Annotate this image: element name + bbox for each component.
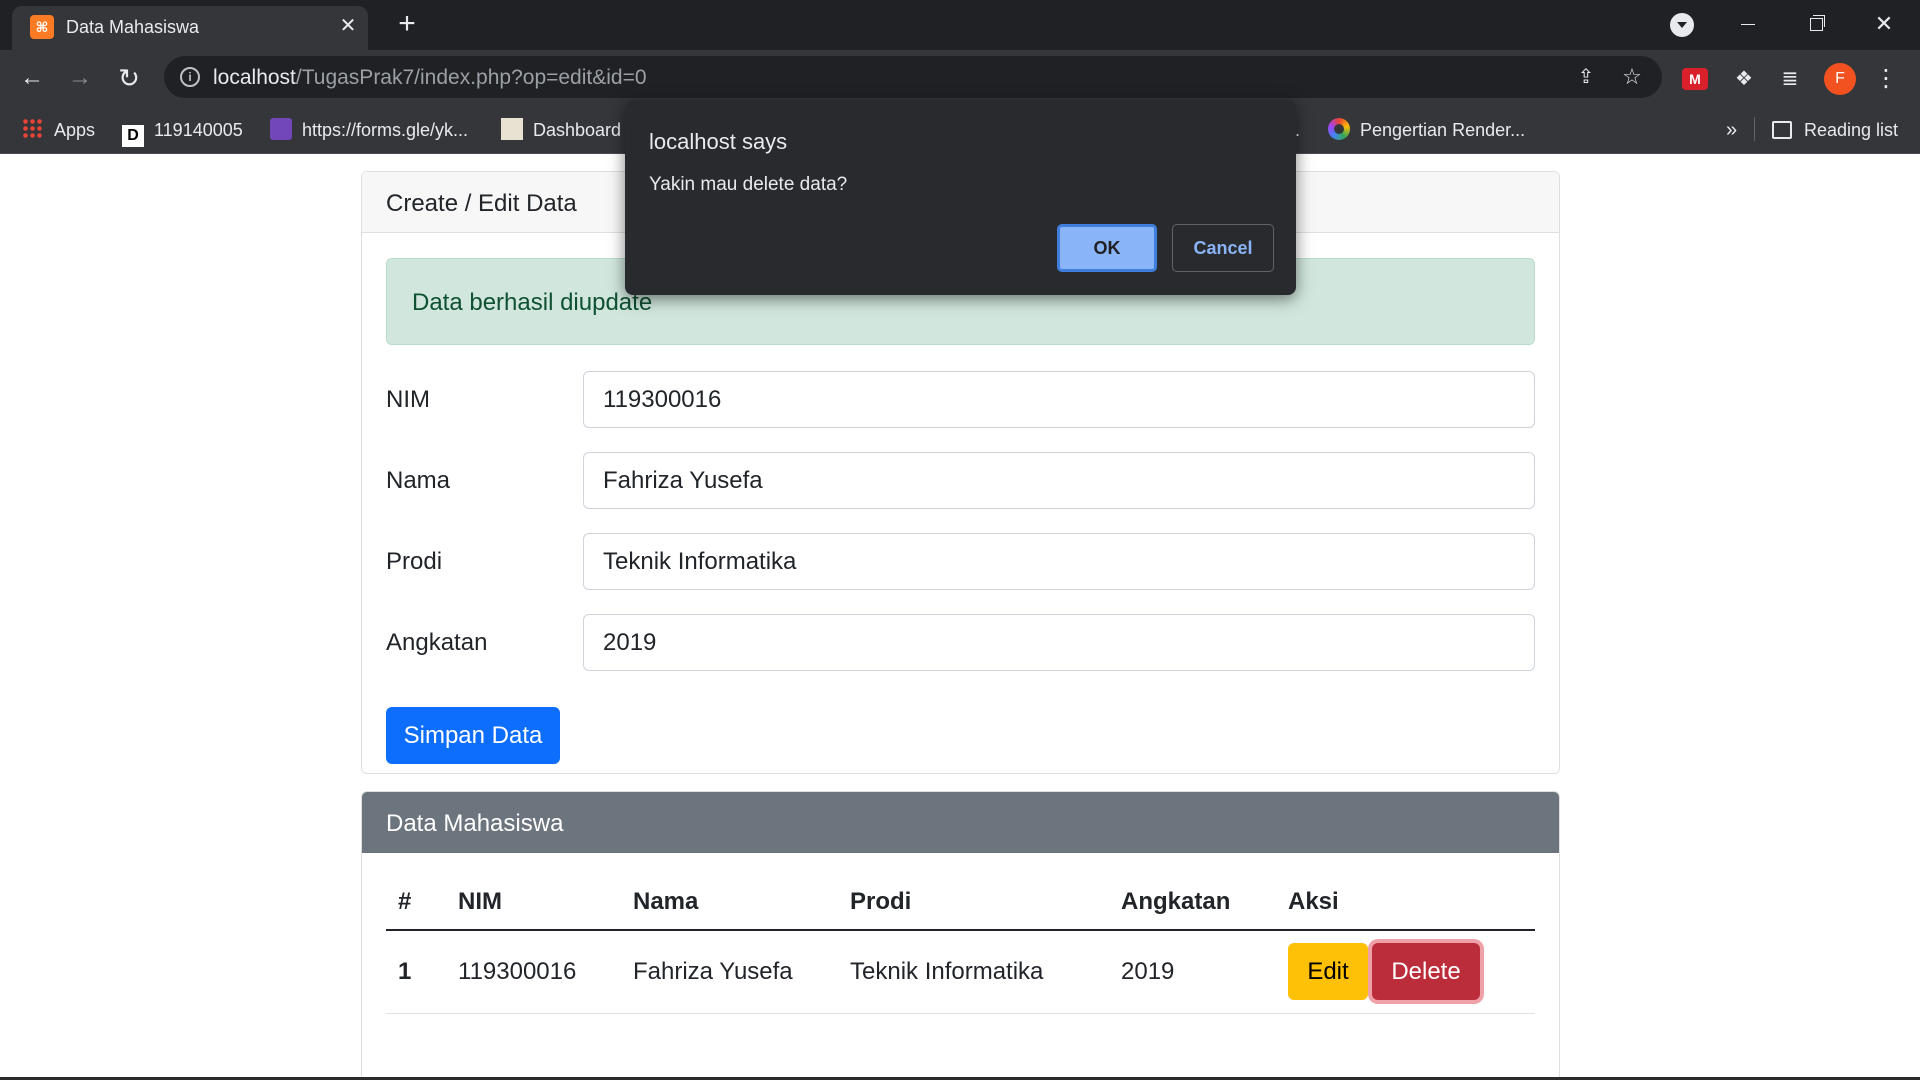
bookmark-label: https://forms.gle/yk... — [302, 120, 469, 140]
tab-search-icon[interactable] — [1670, 13, 1694, 37]
forward-button[interactable]: → — [64, 62, 96, 94]
mendeley-extension-icon[interactable]: M — [1682, 68, 1708, 90]
cell-prodi: Teknik Informatika — [838, 930, 1109, 1014]
prodi-label: Prodi — [386, 548, 443, 575]
delete-button[interactable]: Delete — [1372, 943, 1480, 1001]
new-tab-button[interactable]: + — [390, 8, 424, 42]
form-row-nama: Nama — [386, 452, 1535, 509]
bookmark-label: Pengertian Render... — [1360, 120, 1526, 140]
reading-list-label: Reading list — [1804, 120, 1899, 140]
reload-button[interactable]: ↻ — [113, 62, 145, 94]
address-bar[interactable]: i localhost/TugasPrak7/index.php?op=edit… — [164, 56, 1662, 98]
bookmarks-overflow-button[interactable]: » — [1726, 117, 1737, 143]
tab-strip: ⌘ Data Mahasiswa ✕ + ✕ — [0, 0, 1920, 50]
table-header-row: # NIM Nama Prodi Angkatan Aksi — [386, 874, 1535, 931]
cell-no: 1 — [386, 930, 446, 1014]
table-row: 1 119300016 Fahriza Yusefa Teknik Inform… — [386, 930, 1535, 1014]
angkatan-input[interactable] — [583, 614, 1535, 671]
bookmark-119140005[interactable]: D 119140005 — [122, 117, 243, 147]
column-header-nim: NIM — [446, 874, 621, 931]
column-header-no: # — [386, 874, 446, 931]
confirm-dialog: localhost says Yakin mau delete data? OK… — [625, 100, 1296, 295]
nama-input[interactable] — [583, 452, 1535, 509]
render-icon — [1328, 118, 1350, 140]
bookmark-apps[interactable]: Apps — [22, 117, 95, 143]
simpan-data-button[interactable]: Simpan Data — [386, 707, 560, 764]
nim-label: NIM — [386, 386, 430, 413]
column-header-angkatan: Angkatan — [1109, 874, 1276, 931]
dialog-message: Yakin mau delete data? — [649, 174, 848, 195]
back-button[interactable]: ← — [16, 62, 48, 94]
browser-toolbar: ← → ↻ i localhost/TugasPrak7/index.php?o… — [0, 50, 1920, 105]
dialog-title: localhost says — [649, 129, 788, 154]
form-row-angkatan: Angkatan — [386, 614, 1535, 671]
form-row-prodi: Prodi — [386, 533, 1535, 590]
bookmark-forms[interactable]: https://forms.gle/yk... — [270, 117, 468, 143]
extensions-puzzle-icon[interactable]: ❖ — [1730, 65, 1758, 93]
bookmark-label: 119140005 — [154, 120, 243, 140]
minimize-button[interactable] — [1718, 6, 1778, 42]
nim-input[interactable] — [583, 371, 1535, 428]
url-path: /TugasPrak7/index.php?op=edit&id=0 — [295, 66, 647, 89]
column-header-nama: Nama — [621, 874, 838, 931]
url-host: localhost — [213, 66, 296, 89]
dj-icon: D — [122, 125, 144, 147]
dashboard-icon — [501, 118, 523, 140]
column-header-aksi: Aksi — [1276, 874, 1535, 931]
nama-label: Nama — [386, 467, 451, 494]
restore-button[interactable] — [1786, 6, 1846, 42]
cell-nim: 119300016 — [446, 930, 621, 1014]
cell-angkatan: 2019 — [1109, 930, 1276, 1014]
apps-grid-icon — [22, 118, 44, 140]
edit-button[interactable]: Edit — [1288, 943, 1368, 1001]
media-control-icon[interactable]: ≣ — [1776, 65, 1804, 93]
mahasiswa-table: # NIM Nama Prodi Angkatan Aksi 1 1193000… — [386, 874, 1535, 1014]
share-icon[interactable]: ⇪ — [1574, 65, 1598, 89]
bookmark-dashboard[interactable]: Dashboard — [501, 117, 621, 143]
form-row-nim: NIM — [386, 371, 1535, 428]
menu-kebab-icon[interactable]: ⋮ — [1872, 65, 1900, 93]
reading-list-button[interactable]: Reading list — [1772, 117, 1898, 143]
bookmark-separator — [1754, 117, 1755, 141]
profile-avatar[interactable]: F — [1824, 63, 1856, 95]
dialog-ok-button[interactable]: OK — [1057, 224, 1157, 272]
cell-nama: Fahriza Yusefa — [621, 930, 838, 1014]
window-close-button[interactable]: ✕ — [1854, 6, 1914, 42]
xampp-favicon-icon: ⌘ — [30, 15, 54, 39]
bookmark-pengertian-render[interactable]: Pengertian Render... — [1328, 117, 1525, 143]
angkatan-label: Angkatan — [386, 629, 488, 656]
table-card: Data Mahasiswa # NIM Nama Prodi Angkatan… — [361, 791, 1560, 1080]
url-text[interactable]: localhost/TugasPrak7/index.php?op=edit&i… — [213, 66, 647, 90]
bookmark-star-icon[interactable]: ☆ — [1620, 65, 1644, 89]
bookmark-label: Dashboard — [533, 120, 622, 140]
bookmark-label: Apps — [54, 120, 96, 140]
tab-close-icon[interactable]: ✕ — [334, 12, 362, 40]
dialog-cancel-button[interactable]: Cancel — [1172, 224, 1274, 272]
cell-aksi: Edit Delete — [1276, 930, 1535, 1014]
table-card-header: Data Mahasiswa — [362, 792, 1559, 853]
tab-title: Data Mahasiswa — [66, 17, 200, 37]
reading-list-icon — [1772, 121, 1792, 139]
forms-icon — [270, 118, 292, 140]
prodi-input[interactable] — [583, 533, 1535, 590]
browser-tab[interactable]: ⌘ Data Mahasiswa ✕ — [12, 6, 368, 50]
site-info-icon[interactable]: i — [180, 67, 200, 87]
column-header-prodi: Prodi — [838, 874, 1109, 931]
